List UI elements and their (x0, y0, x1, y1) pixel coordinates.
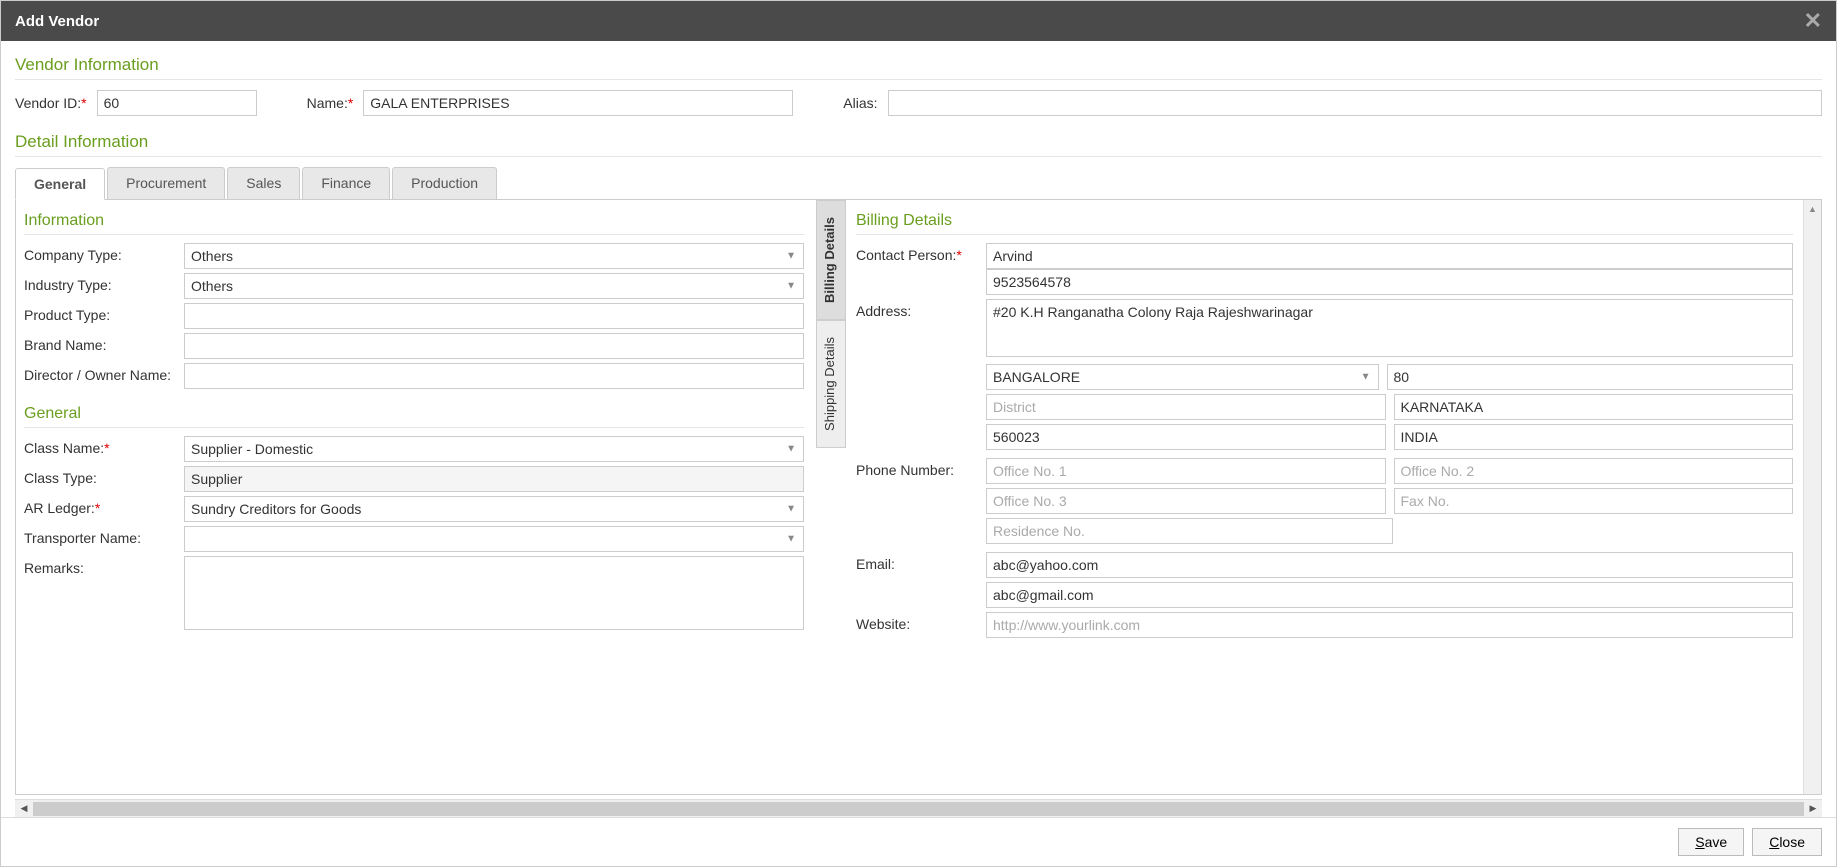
office1-input[interactable] (986, 458, 1386, 484)
tab-finance[interactable]: Finance (302, 167, 390, 199)
product-type-input[interactable] (184, 303, 804, 329)
vendor-alias-label: Alias: (843, 95, 877, 111)
vendor-info-heading: Vendor Information (15, 49, 1822, 80)
address-label: Address: (856, 299, 986, 319)
class-name-select[interactable]: ▼ (184, 436, 804, 462)
side-tabs: Billing Details Shipping Details (816, 200, 846, 794)
detail-tabs: General Procurement Sales Finance Produc… (15, 167, 1822, 200)
address-textarea[interactable]: #20 K.H Ranganatha Colony Raja Rajeshwar… (986, 299, 1793, 357)
transporter-select[interactable]: ▼ (184, 526, 804, 552)
scroll-left-icon[interactable]: ◀ (15, 803, 33, 814)
class-name-value[interactable] (184, 436, 804, 462)
tab-body: Information Company Type: ▼ Industry Typ… (15, 200, 1822, 795)
company-type-select[interactable]: ▼ (184, 243, 804, 269)
transporter-value[interactable] (184, 526, 804, 552)
scroll-right-icon[interactable]: ▶ (1804, 803, 1822, 814)
vendor-id-input[interactable] (97, 90, 257, 116)
contact-phone-input[interactable] (986, 269, 1793, 295)
ar-ledger-label: AR Ledger:* (24, 496, 184, 516)
close-icon[interactable]: ✕ (1804, 8, 1822, 34)
side-tab-billing[interactable]: Billing Details (816, 200, 846, 320)
class-name-label: Class Name:* (24, 436, 184, 456)
company-type-label: Company Type: (24, 243, 184, 263)
dialog-footer: Save Close (1, 817, 1836, 866)
detail-info-heading: Detail Information (15, 126, 1822, 157)
email2-input[interactable] (986, 582, 1793, 608)
horizontal-scrollbar[interactable]: ◀ ▶ (15, 799, 1822, 817)
tab-production[interactable]: Production (392, 167, 497, 199)
company-type-value[interactable] (184, 243, 804, 269)
state-input[interactable] (1394, 394, 1794, 420)
hscroll-track[interactable] (33, 802, 1804, 816)
billing-heading: Billing Details (856, 208, 1793, 235)
add-vendor-dialog: Add Vendor ✕ Vendor Information Vendor I… (0, 0, 1837, 867)
side-tab-shipping[interactable]: Shipping Details (816, 320, 846, 448)
pincode-input[interactable] (986, 424, 1386, 450)
save-button[interactable]: Save (1678, 828, 1744, 856)
vertical-scrollbar[interactable]: ▲ (1803, 200, 1821, 794)
right-column: Billing Details Contact Person:* Address… (846, 200, 1821, 794)
transporter-label: Transporter Name: (24, 526, 184, 546)
vendor-alias-input[interactable] (888, 90, 1822, 116)
brand-name-label: Brand Name: (24, 333, 184, 353)
vendor-id-label: Vendor ID:* (15, 95, 87, 111)
office2-input[interactable] (1394, 458, 1794, 484)
city-select[interactable]: ▼ (986, 364, 1379, 390)
country-input[interactable] (1394, 424, 1794, 450)
phone-label: Phone Number: (856, 458, 986, 478)
general-heading: General (24, 401, 804, 428)
remarks-label: Remarks: (24, 556, 184, 576)
industry-type-value[interactable] (184, 273, 804, 299)
email1-input[interactable] (986, 552, 1793, 578)
office3-input[interactable] (986, 488, 1386, 514)
zone-input[interactable] (1387, 364, 1794, 390)
class-type-label: Class Type: (24, 466, 184, 486)
scroll-up-icon[interactable]: ▲ (1804, 200, 1821, 218)
left-column: Information Company Type: ▼ Industry Typ… (16, 200, 816, 794)
product-type-label: Product Type: (24, 303, 184, 323)
website-input[interactable] (986, 612, 1793, 638)
tab-procurement[interactable]: Procurement (107, 167, 225, 199)
information-heading: Information (24, 208, 804, 235)
residence-input[interactable] (986, 518, 1393, 544)
contact-person-input[interactable] (986, 243, 1793, 269)
tab-sales[interactable]: Sales (227, 167, 300, 199)
contact-person-label: Contact Person:* (856, 243, 986, 263)
fax-input[interactable] (1394, 488, 1794, 514)
vendor-name-label: Name:* (307, 95, 354, 111)
email-label: Email: (856, 552, 986, 572)
content-area: Vendor Information Vendor ID:* Name:* Al… (1, 41, 1836, 817)
titlebar: Add Vendor ✕ (1, 1, 1836, 41)
close-button[interactable]: Close (1752, 828, 1822, 856)
director-label: Director / Owner Name: (24, 363, 184, 383)
tab-general[interactable]: General (15, 168, 105, 200)
ar-ledger-select[interactable]: ▼ (184, 496, 804, 522)
district-input[interactable] (986, 394, 1386, 420)
dialog-title: Add Vendor (15, 13, 99, 30)
remarks-textarea[interactable] (184, 556, 804, 630)
brand-name-input[interactable] (184, 333, 804, 359)
city-value[interactable] (986, 364, 1379, 390)
industry-type-label: Industry Type: (24, 273, 184, 293)
industry-type-select[interactable]: ▼ (184, 273, 804, 299)
class-type-input (184, 466, 804, 492)
website-label: Website: (856, 612, 986, 632)
director-input[interactable] (184, 363, 804, 389)
vendor-name-input[interactable] (363, 90, 793, 116)
ar-ledger-value[interactable] (184, 496, 804, 522)
vendor-info-row: Vendor ID:* Name:* Alias: (15, 90, 1822, 116)
